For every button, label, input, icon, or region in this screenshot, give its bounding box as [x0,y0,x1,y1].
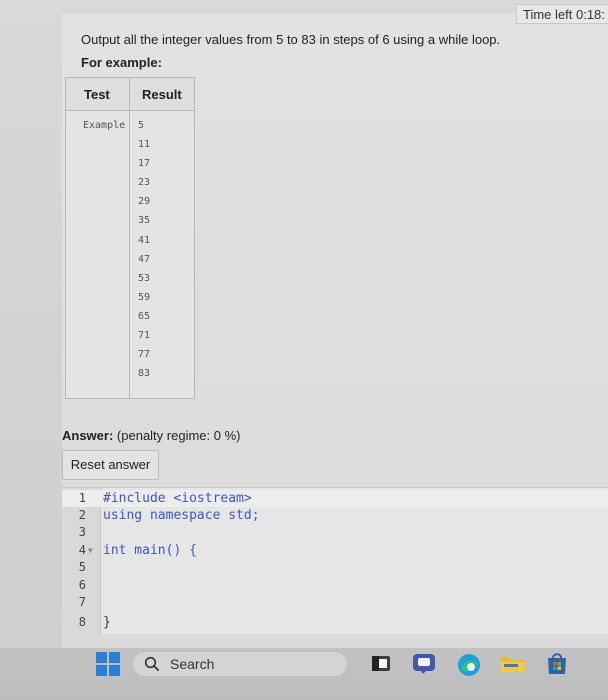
result-line: 17 [138,158,151,170]
folder-icon[interactable] [500,652,526,674]
result-line: 35 [138,215,151,227]
line-number: 6 [78,578,86,592]
result-line: 65 [138,310,151,322]
line-number: 5 [78,560,86,574]
column-header-test: Test [65,77,130,111]
search-icon [144,656,160,672]
code-line[interactable]: 8 } [62,614,608,631]
result-line: 11 [138,139,151,151]
result-line: 59 [138,291,151,303]
code-line[interactable]: 6 [62,577,608,594]
line-number: 2 [78,508,86,522]
code-text[interactable]: } [103,614,111,631]
result-line: 71 [138,330,151,342]
reset-answer-button[interactable]: Reset answer [62,450,159,480]
teams-chat-icon[interactable] [412,652,436,674]
example-table: Test Result Example 5 11 17 23 29 35 41 … [65,77,195,399]
code-line[interactable]: 7 [62,594,608,611]
test-cell: Example [65,110,130,399]
code-line[interactable]: 3 [62,524,608,541]
fold-arrow-icon[interactable]: ▼ [88,542,93,559]
taskbar-search-box[interactable] [132,651,348,677]
windows-start-icon[interactable] [96,652,120,676]
result-cell: 5 11 17 23 29 35 41 47 53 59 65 71 77 83 [129,110,195,399]
line-number: 7 [78,595,86,609]
code-line[interactable]: 2 using namespace std; [62,507,608,524]
search-label: Search [170,656,215,672]
answer-label: Answer: (penalty regime: 0 %) [62,428,240,443]
table-row: Example 5 11 17 23 29 35 41 47 53 59 65 … [65,110,195,399]
for-example-heading: For example: [81,55,162,70]
line-number: 1 [78,491,86,505]
question-text: Output all the integer values from 5 to … [81,32,501,47]
time-left-timer: Time left 0:18: [516,4,608,24]
result-line: 77 [138,349,151,361]
edge-browser-icon[interactable] [456,652,482,678]
result-line: 23 [138,177,151,189]
answer-heading: Answer: [62,428,114,443]
penalty-regime: (penalty regime: 0 %) [116,428,241,443]
column-header-result: Result [129,77,195,111]
code-text[interactable]: using namespace std; [103,507,260,524]
line-number: 8 [78,615,86,629]
result-line: 5 [138,120,145,131]
result-line: 41 [138,234,151,246]
code-line[interactable]: 4 ▼ int main() { [62,542,608,559]
line-number: 4 [78,543,86,557]
result-line: 47 [138,253,151,265]
line-number: 3 [78,525,86,539]
code-line[interactable]: 5 [62,559,608,576]
code-text[interactable]: int main() { [103,542,197,559]
result-line: 53 [138,272,151,284]
code-line[interactable]: 1 #include <iostream> [62,490,608,507]
code-editor[interactable]: 1 #include <iostream> 2 using namespace … [62,487,608,634]
microsoft-store-icon[interactable] [545,652,569,676]
result-line: 83 [138,368,151,380]
code-text[interactable]: #include <iostream> [103,490,252,507]
result-line: 29 [138,196,151,208]
file-explorer-icon[interactable] [370,652,392,674]
